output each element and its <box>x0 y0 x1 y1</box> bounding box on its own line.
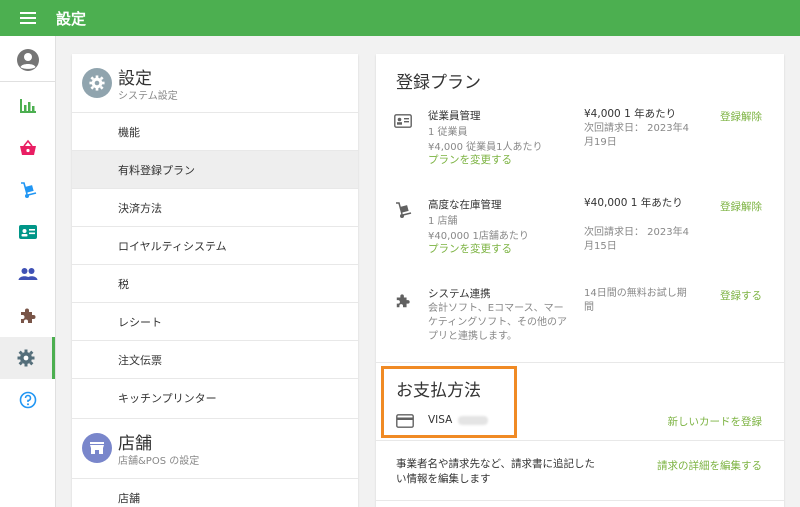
plan-unit-price: ¥4,000 従業員1人あたり <box>428 142 543 153</box>
unsubscribe-link[interactable]: 登録解除 <box>720 199 762 214</box>
menu-item-stores[interactable]: 店舗 <box>72 478 358 507</box>
page-title: 設定 <box>56 9 87 28</box>
menu-item-payment-types[interactable]: 決済方法 <box>72 188 358 226</box>
menu-item-kitchen-printer[interactable]: キッチンプリンター <box>72 378 358 416</box>
store-settings-header: 店舗 店舗&POS の設定 <box>72 418 358 476</box>
account-circle-icon <box>16 49 39 71</box>
next-billing-date: 次回請求日： 2023年4月19日 <box>584 123 689 148</box>
highlight-box <box>381 366 517 438</box>
add-new-card-link[interactable]: 新しいカードを登録 <box>668 414 763 429</box>
section-divider <box>376 440 784 441</box>
plan-name: システム連携 <box>428 288 491 300</box>
navigation-rail <box>0 36 56 507</box>
hamburger-menu-icon[interactable] <box>0 0 56 36</box>
rail-item-employees[interactable] <box>0 211 55 253</box>
edit-invoice-details-link[interactable]: 請求の詳細を編集する <box>657 458 762 473</box>
hand-truck-icon <box>394 201 412 219</box>
rail-divider <box>0 81 55 82</box>
rail-item-inventory[interactable] <box>0 169 55 211</box>
help-circle-icon <box>19 391 36 409</box>
rail-item-customers[interactable] <box>0 253 55 295</box>
plan-quantity: 1 従業員 <box>428 127 468 138</box>
rail-item-settings[interactable] <box>0 337 55 379</box>
people-icon <box>18 268 37 280</box>
menu-item-order-ticket[interactable]: 注文伝票 <box>72 340 358 378</box>
subscribe-link[interactable]: 登録する <box>720 288 762 303</box>
unsubscribe-link[interactable]: 登録解除 <box>720 109 762 124</box>
plan-price: ¥4,000 1 年あたり <box>584 108 677 120</box>
basket-icon <box>19 139 36 155</box>
section-subtitle: システム設定 <box>118 91 178 102</box>
plan-description: 会計ソフト、Eコマース、マーケティングソフト、その他のアプリと連携します。 <box>428 303 567 342</box>
rail-item-account[interactable] <box>0 39 55 81</box>
subscription-panel: 登録プラン 従業員管理 1 従業員 ¥4,000 従業員1人あたり プランを変更… <box>376 54 784 507</box>
gear-icon <box>17 349 35 367</box>
id-card-icon <box>18 225 37 239</box>
gear-icon <box>82 68 112 98</box>
plan-quantity: 1 店舗 <box>428 216 458 227</box>
section-divider <box>376 362 784 363</box>
menu-item-loyalty[interactable]: ロイヤルティシステム <box>72 226 358 264</box>
top-app-bar: 設定 <box>0 0 800 36</box>
section-title: 設定 <box>118 69 152 89</box>
menu-item-receipt[interactable]: レシート <box>72 302 358 340</box>
bar-chart-icon <box>19 99 36 113</box>
menu-item-paid-plans[interactable]: 有料登録プラン <box>72 150 358 188</box>
settings-menu-panel: 設定 システム設定 機能 有料登録プラン 決済方法 ロイヤルティシステム 税 レ… <box>72 54 358 507</box>
section-subtitle: 店舗&POS の設定 <box>118 456 200 467</box>
rail-item-help[interactable] <box>0 379 55 421</box>
system-settings-header: 設定 システム設定 <box>72 54 358 112</box>
plan-unit-price: ¥40,000 1店舗あたり <box>428 231 529 242</box>
puzzle-icon <box>394 292 412 310</box>
change-plan-link[interactable]: プランを変更する <box>428 241 512 256</box>
store-icon <box>82 433 112 463</box>
menu-item-taxes[interactable]: 税 <box>72 264 358 302</box>
id-badge-icon <box>394 112 412 130</box>
plan-name: 高度な在庫管理 <box>428 199 502 211</box>
rail-item-reports[interactable] <box>0 85 55 127</box>
menu-item-features[interactable]: 機能 <box>72 112 358 150</box>
puzzle-icon <box>20 308 35 323</box>
plan-price: ¥40,000 1 年あたり <box>584 197 683 209</box>
next-billing-date: 次回請求日： 2023年4月15日 <box>584 227 689 252</box>
rail-item-items[interactable] <box>0 127 55 169</box>
trial-period: 14日間の無料お試し期間 <box>584 288 687 313</box>
rail-item-integrations[interactable] <box>0 295 55 337</box>
hand-truck-icon <box>20 182 36 198</box>
invoice-details-text: 事業者名や請求先など、請求書に追記したい情報を編集します <box>396 458 595 485</box>
plan-name: 従業員管理 <box>428 110 481 122</box>
section-divider <box>376 500 784 501</box>
plans-title: 登録プラン <box>396 73 481 93</box>
section-title: 店舗 <box>118 434 152 454</box>
change-plan-link[interactable]: プランを変更する <box>428 152 512 167</box>
